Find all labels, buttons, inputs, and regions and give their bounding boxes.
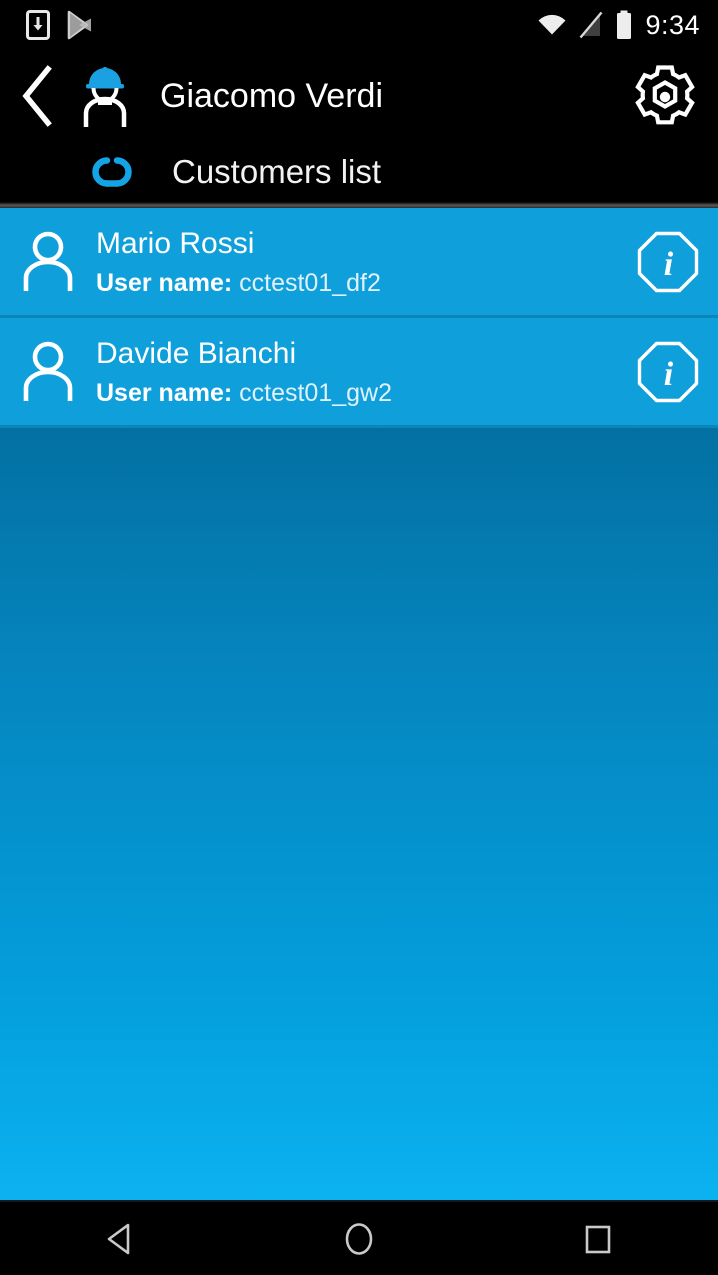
gear-icon [630,62,700,132]
status-bar-clock: 9:34 [645,9,700,40]
settings-button[interactable] [626,58,704,136]
customers-list: Mario Rossi User name: cctest01_df2 i Da… [0,208,718,428]
back-button[interactable] [0,50,76,142]
username-label: User name: [96,268,233,297]
linked-rings-icon [82,151,142,193]
customer-name: Mario Rossi [96,226,255,260]
info-button[interactable]: i [618,231,718,293]
customer-name: Davide Bianchi [96,336,297,370]
header-section-row: Customers list [0,142,718,202]
status-bar-notifications [26,0,94,50]
status-bar-indicators: 9:34 [537,0,700,50]
list-item[interactable]: Mario Rossi User name: cctest01_df2 i [0,208,718,318]
person-icon [0,341,96,403]
person-icon [0,231,96,293]
svg-text:i: i [664,356,674,393]
header-title-row: Giacomo Verdi [0,50,718,142]
page-title: Giacomo Verdi [160,76,383,115]
username-value: cctest01_gw2 [239,378,392,407]
customer-username: User name: cctest01_gw2 [96,379,608,407]
customer-username: User name: cctest01_df2 [96,269,608,297]
home-circle-icon [341,1219,377,1259]
play-store-icon [66,10,94,40]
wifi-icon [537,13,567,37]
nav-recents-button[interactable] [479,1202,718,1275]
section-title: Customers list [172,153,382,190]
system-nav-bar [0,1200,718,1275]
username-label: User name: [96,378,233,407]
svg-text:i: i [664,246,674,283]
nav-home-button[interactable] [239,1202,478,1275]
avatar [76,50,134,142]
list-item[interactable]: Davide Bianchi User name: cctest01_gw2 i [0,318,718,428]
no-sim-icon [579,11,603,39]
phone-screen: 9:34 Giacomo Verdi Customers list Mario … [0,0,718,1275]
app-download-icon [26,10,50,40]
app-header: Giacomo Verdi Customers list [0,50,718,208]
back-triangle-icon [103,1221,137,1257]
content-area: Mario Rossi User name: cctest01_df2 i Da… [0,208,718,1200]
recents-square-icon [581,1221,615,1257]
username-value: cctest01_df2 [239,268,381,297]
list-item-text: Mario Rossi User name: cctest01_df2 [96,227,618,297]
status-bar: 9:34 [0,0,718,50]
chevron-left-icon [17,65,59,127]
nav-back-button[interactable] [0,1202,239,1275]
info-button[interactable]: i [618,341,718,403]
battery-icon [615,10,633,40]
worker-helmet-icon [80,63,130,129]
list-item-text: Davide Bianchi User name: cctest01_gw2 [96,337,618,407]
